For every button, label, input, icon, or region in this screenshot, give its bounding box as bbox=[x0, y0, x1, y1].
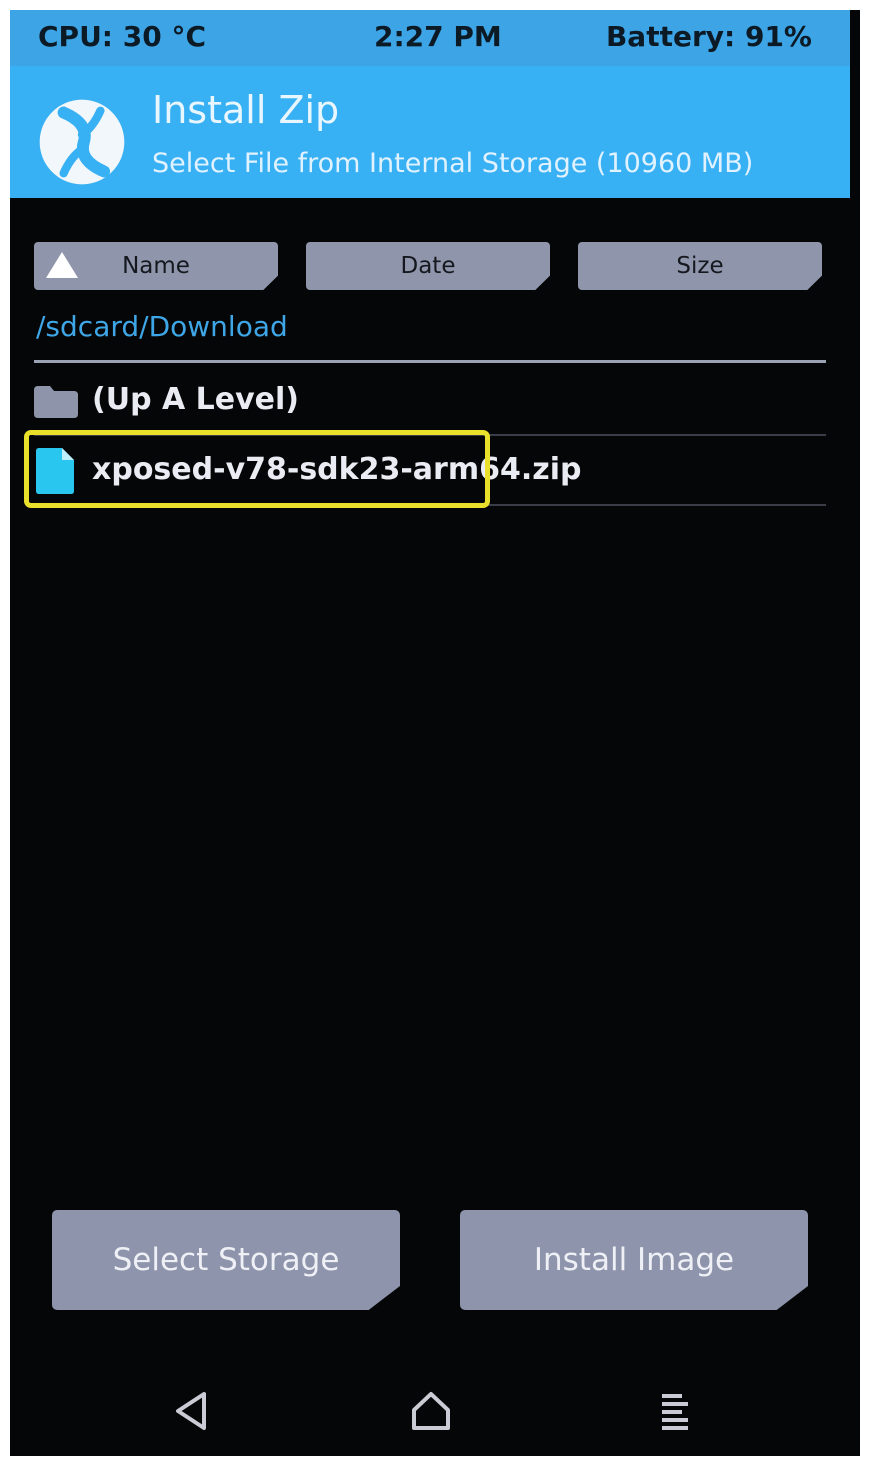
row-divider bbox=[34, 504, 826, 506]
battery-level: Battery: 91% bbox=[605, 20, 812, 53]
status-bar: CPU: 30 °C 2:27 PM Battery: 91% bbox=[10, 10, 850, 66]
clock: 2:27 PM bbox=[374, 20, 502, 53]
sort-by-date-button[interactable]: Date bbox=[306, 242, 550, 290]
page-header: Install Zip Select File from Internal St… bbox=[10, 66, 850, 198]
sort-by-name-button[interactable]: Name bbox=[34, 242, 278, 290]
current-path: /sdcard/Download bbox=[36, 310, 288, 343]
home-icon[interactable] bbox=[408, 1388, 454, 1434]
list-item-label: xposed-v78-sdk23-arm64.zip bbox=[92, 452, 582, 487]
list-item-zip-file[interactable]: xposed-v78-sdk23-arm64.zip bbox=[34, 436, 826, 506]
list-item-label: (Up A Level) bbox=[92, 382, 300, 417]
device-screen: CPU: 30 °C 2:27 PM Battery: 91% Install … bbox=[10, 10, 860, 1456]
back-icon[interactable] bbox=[168, 1388, 214, 1434]
list-item-up-a-level[interactable]: (Up A Level) bbox=[34, 366, 826, 436]
divider bbox=[34, 360, 826, 363]
page-subtitle: Select File from Internal Storage (10960… bbox=[152, 148, 754, 179]
select-storage-button[interactable]: Select Storage bbox=[52, 1210, 400, 1310]
sort-date-label: Date bbox=[400, 253, 456, 279]
sort-size-label: Size bbox=[676, 253, 724, 279]
menu-icon[interactable] bbox=[652, 1388, 698, 1434]
twrp-logo-icon bbox=[39, 99, 125, 185]
page-title: Install Zip bbox=[152, 88, 340, 132]
navigation-bar bbox=[10, 1362, 860, 1456]
folder-icon bbox=[34, 386, 78, 418]
install-image-button[interactable]: Install Image bbox=[460, 1210, 808, 1310]
file-icon bbox=[36, 448, 74, 494]
sort-name-label: Name bbox=[122, 253, 190, 279]
sort-by-size-button[interactable]: Size bbox=[578, 242, 822, 290]
triangle-up-icon bbox=[46, 252, 78, 278]
cpu-temperature: CPU: 30 °C bbox=[38, 20, 207, 53]
sort-bar: Name Date Size bbox=[34, 242, 826, 290]
